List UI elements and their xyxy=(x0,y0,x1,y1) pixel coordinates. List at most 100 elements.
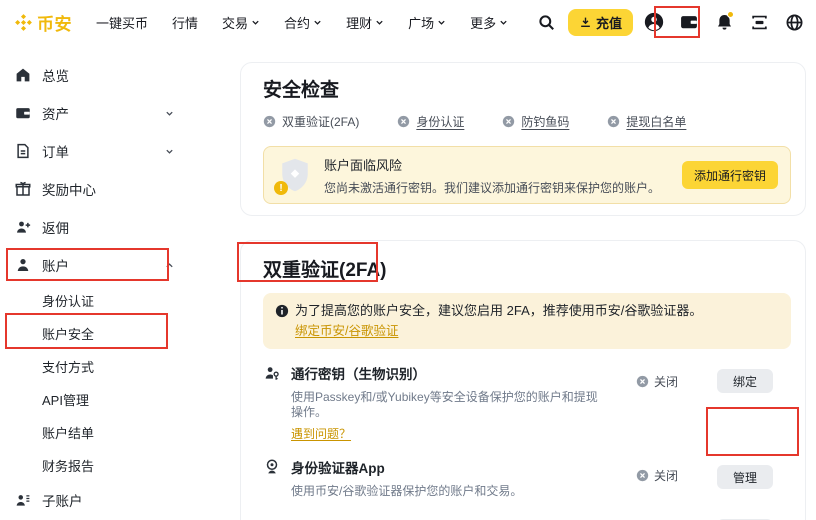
nav-item-buy-crypto[interactable]: 一键买币 xyxy=(86,7,158,38)
nav-label: 行情 xyxy=(172,13,198,32)
nav-label: 理财 xyxy=(346,13,372,32)
sidebar-item-subaccounts[interactable]: 子账户 xyxy=(14,482,174,518)
sidebar-subitem-account-statement[interactable]: 账户结单 xyxy=(14,416,174,449)
bell-icon[interactable] xyxy=(710,8,738,36)
risk-banner-title: 账户面临风险 xyxy=(324,155,682,174)
nav-item-markets[interactable]: 行情 xyxy=(162,7,208,38)
binance-account-security-page: 币安 一键买币 行情 交易 合约 理财 广场 xyxy=(0,0,816,520)
circle-x-icon xyxy=(636,375,649,388)
rewards-icon xyxy=(14,180,32,198)
top-navigation-bar: 币安 一键买币 行情 交易 合约 理财 广场 xyxy=(0,0,816,44)
authenticator-icon xyxy=(263,458,281,476)
nav-label: 合约 xyxy=(284,13,310,32)
sidebar-label: 订单 xyxy=(42,141,69,161)
bind-authenticator-link[interactable]: 绑定币安/谷歌验证 xyxy=(295,322,398,340)
globe-icon[interactable] xyxy=(780,8,808,36)
sidebar-subitem-payment-methods[interactable]: 支付方式 xyxy=(14,350,174,383)
twofa-row-passkey: 通行密钥（生物识别） 使用Passkey和/或Yubikey等安全设备保护您的账… xyxy=(263,363,791,443)
nav-item-trade[interactable]: 交易 xyxy=(212,7,270,38)
sidebar-sublabel: 支付方式 xyxy=(42,357,94,376)
binance-diamond-icon xyxy=(14,13,33,32)
security-check-card: 安全检查 双重验证(2FA) 身份认证 防钓鱼码 xyxy=(240,62,806,216)
circle-x-icon xyxy=(636,469,649,482)
authenticator-title: 身份验证器App xyxy=(291,457,609,477)
deposit-button[interactable]: 充值 xyxy=(568,9,633,36)
having-problems-link[interactable]: 遇到问题？ xyxy=(291,425,351,442)
sidebar-subitem-api-management[interactable]: API管理 xyxy=(14,383,174,416)
sidebar-subitem-financial-reports[interactable]: 财务报告 xyxy=(14,449,174,482)
two-factor-notice: 为了提高您的账户安全，建议您启用 2FA，推荐使用币安/谷歌验证器。 绑定币安/… xyxy=(263,293,791,349)
chevron-down-icon xyxy=(165,109,174,118)
brand-name: 币安 xyxy=(37,10,72,35)
sidebar-item-referral[interactable]: 返佣 xyxy=(14,208,174,246)
circle-x-icon xyxy=(263,115,276,128)
notification-badge xyxy=(727,11,734,18)
sidebar-sublabel: 账户安全 xyxy=(42,324,94,343)
security-check-list: 双重验证(2FA) 身份认证 防钓鱼码 提现白名单 xyxy=(263,113,791,130)
topbar-right-actions: 充值 xyxy=(533,8,808,36)
row-main: 通行密钥（生物识别） 使用Passkey和/或Yubikey等安全设备保护您的账… xyxy=(281,363,609,443)
passkey-bind-button[interactable]: 绑定 xyxy=(717,369,773,393)
sidebar-label: 总览 xyxy=(42,65,69,85)
two-factor-card: 双重验证(2FA) 为了提高您的账户安全，建议您启用 2FA，推荐使用币安/谷歌… xyxy=(240,240,806,520)
chevron-down-icon xyxy=(437,18,446,27)
shield-icon: ! xyxy=(278,155,316,195)
sidebar-sublabel: 财务报告 xyxy=(42,456,94,475)
row-main: 身份验证器App 使用币安/谷歌验证器保护您的账户和交易。 xyxy=(281,457,609,499)
chevron-down-icon xyxy=(375,18,384,27)
check-item-2fa[interactable]: 双重验证(2FA) xyxy=(263,113,359,130)
check-item-withdrawal-whitelist[interactable]: 提现白名单 xyxy=(607,113,686,130)
nav-label: 交易 xyxy=(222,13,248,32)
search-icon[interactable] xyxy=(533,8,561,36)
chevron-up-icon xyxy=(165,261,174,270)
home-icon xyxy=(14,66,32,84)
sidebar-item-orders[interactable]: 订单 xyxy=(14,132,174,170)
check-label: 身份认证 xyxy=(416,113,464,130)
sidebar-sublabel: 账户结单 xyxy=(42,423,94,442)
binance-logo[interactable]: 币安 xyxy=(14,10,72,35)
check-item-anti-phishing-code[interactable]: 防钓鱼码 xyxy=(502,113,569,130)
main-menu: 一键买币 行情 交易 合约 理财 广场 更多 xyxy=(86,7,518,38)
sidebar: 总览 资产 订单 奖 xyxy=(0,44,232,518)
referral-icon xyxy=(14,218,32,236)
sidebar-sublabel: API管理 xyxy=(42,390,89,409)
download-icon xyxy=(579,16,592,29)
authenticator-manage-button[interactable]: 管理 xyxy=(717,465,773,489)
sidebar-label: 账户 xyxy=(42,255,69,275)
nav-label: 更多 xyxy=(470,13,496,32)
authenticator-status: 关闭 xyxy=(609,467,705,484)
check-label: 提现白名单 xyxy=(626,113,686,130)
nav-item-square[interactable]: 广场 xyxy=(398,7,456,38)
sidebar-subitem-identity-verification[interactable]: 身份认证 xyxy=(14,284,174,317)
nav-item-earn[interactable]: 理财 xyxy=(336,7,394,38)
passkey-icon xyxy=(263,364,281,382)
chevron-down-icon xyxy=(165,147,174,156)
app-download-icon[interactable] xyxy=(745,8,773,36)
sidebar-sublabel: 身份认证 xyxy=(42,291,94,310)
wallet-icon[interactable] xyxy=(675,8,703,36)
sidebar-item-account[interactable]: 账户 xyxy=(14,246,174,284)
passkey-description: 使用Passkey和/或Yubikey等安全设备保护您的账户和提现操作。 xyxy=(291,390,609,420)
check-item-identity-verification[interactable]: 身份认证 xyxy=(397,113,464,130)
chevron-down-icon xyxy=(499,18,508,27)
user-icon xyxy=(14,256,32,274)
wallet-icon xyxy=(14,104,32,122)
sidebar-item-overview[interactable]: 总览 xyxy=(14,56,174,94)
sidebar-label: 资产 xyxy=(42,103,69,123)
security-check-title: 安全检查 xyxy=(263,75,791,101)
circle-x-icon xyxy=(607,115,620,128)
profile-icon[interactable] xyxy=(640,8,668,36)
sidebar-subitem-account-security[interactable]: 账户安全 xyxy=(14,317,174,350)
account-risk-banner: ! 账户面临风险 您尚未激活通行密钥。我们建议添加通行密钥来保护您的账户。 添加… xyxy=(263,146,791,204)
nav-label: 广场 xyxy=(408,13,434,32)
subaccount-icon xyxy=(14,491,32,509)
nav-label: 一键买币 xyxy=(96,13,148,32)
nav-item-more[interactable]: 更多 xyxy=(460,7,518,38)
nav-item-futures[interactable]: 合约 xyxy=(274,7,332,38)
sidebar-item-assets[interactable]: 资产 xyxy=(14,94,174,132)
status-label: 关闭 xyxy=(654,373,678,390)
add-passkey-button[interactable]: 添加通行密钥 xyxy=(682,161,778,189)
chevron-down-icon xyxy=(251,18,260,27)
sidebar-item-rewards-hub[interactable]: 奖励中心 xyxy=(14,170,174,208)
sidebar-label: 奖励中心 xyxy=(42,179,96,199)
